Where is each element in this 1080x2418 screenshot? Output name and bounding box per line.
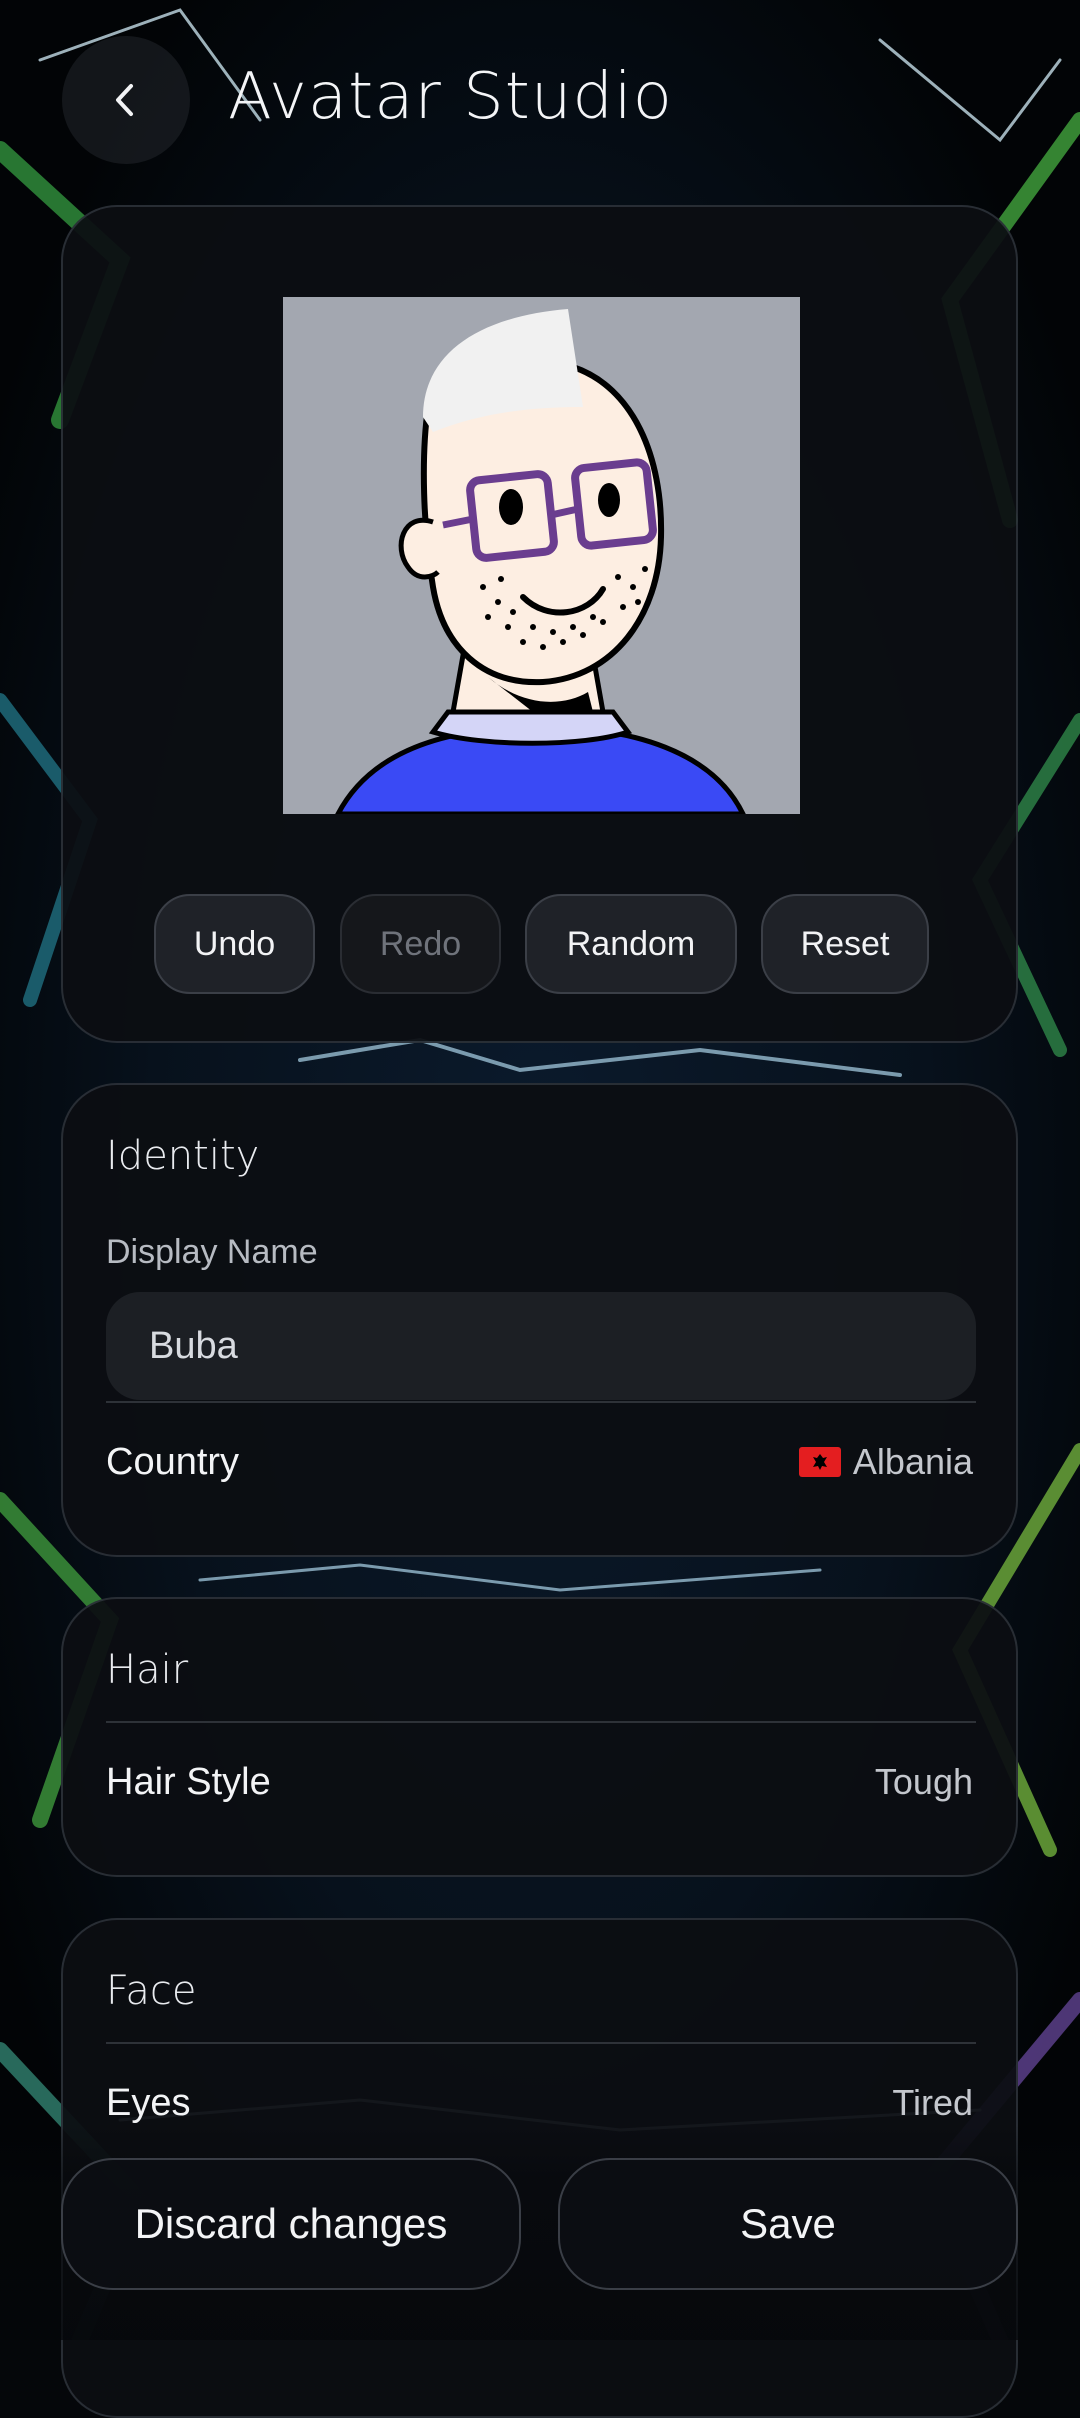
country-name: Albania (852, 1441, 973, 1482)
hair-style-label: Hair Style (106, 1761, 271, 1803)
albania-flag-icon (798, 1447, 841, 1477)
hair-section: Hair Hair Style Tough (61, 1597, 1018, 1877)
display-name-field[interactable] (106, 1292, 976, 1400)
hair-style-value: Tough (874, 1761, 973, 1802)
eyes-value: Tired (892, 2082, 973, 2123)
eyes-label: Eyes (106, 2082, 191, 2124)
identity-section: Identity Display Name Country Albania (61, 1083, 1018, 1557)
page-title: Avatar Studio (228, 60, 673, 134)
country-label: Country (106, 1441, 240, 1483)
random-button[interactable]: Random (525, 894, 737, 994)
country-value: Albania (798, 1441, 973, 1483)
history-actions: Undo Redo Random Reset (63, 894, 1016, 994)
discard-changes-button[interactable]: Discard changes (61, 2158, 521, 2290)
undo-button[interactable]: Undo (154, 894, 315, 994)
face-title: Face (106, 1968, 197, 2014)
hair-title: Hair (106, 1647, 189, 1693)
back-button[interactable] (62, 36, 190, 164)
avatar-studio-screen: Avatar Studio Undo Redo Random Reset Ide… (0, 0, 1080, 2418)
save-button[interactable]: Save (558, 2158, 1018, 2290)
hair-style-row[interactable]: Hair Style Tough (63, 1723, 1016, 1843)
avatar-preview (283, 297, 800, 814)
avatar-preview-card: Undo Redo Random Reset (61, 205, 1018, 1043)
redo-button[interactable]: Redo (340, 894, 501, 994)
chevron-left-icon (116, 84, 133, 116)
country-row[interactable]: Country Albania (63, 1403, 1016, 1523)
avatar-illustration (283, 297, 800, 814)
identity-title: Identity (106, 1133, 260, 1179)
display-name-label: Display Name (106, 1233, 318, 1271)
app-header: Avatar Studio (0, 0, 1080, 200)
reset-button[interactable]: Reset (761, 894, 929, 994)
